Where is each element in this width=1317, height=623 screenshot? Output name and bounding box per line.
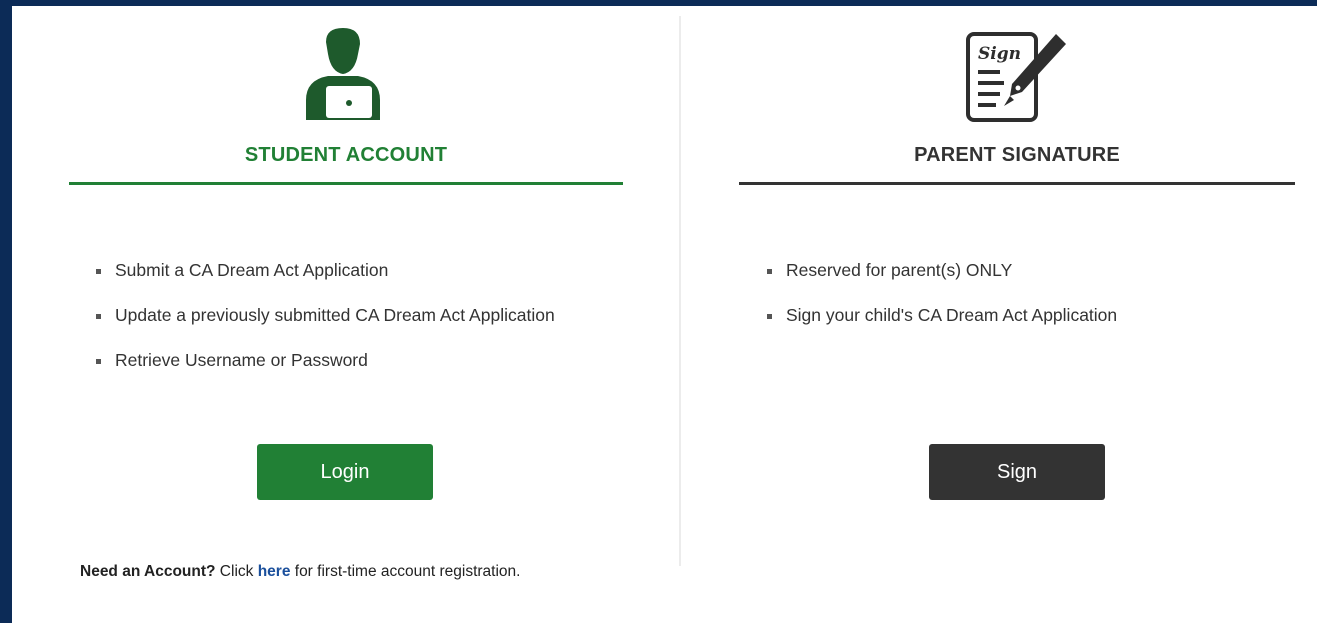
need-account-post: for first-time account registration. — [290, 563, 521, 580]
student-account-heading: STUDENT ACCOUNT — [244, 144, 448, 166]
sign-icon-text: Sign — [978, 44, 1021, 64]
student-heading-rule — [69, 182, 623, 185]
need-account-pre: Click — [215, 563, 258, 580]
need-account-label: Need an Account? — [80, 563, 216, 580]
sign-button[interactable]: Sign — [929, 444, 1105, 500]
list-item: Submit a CA Dream Act Application — [93, 258, 563, 283]
student-bullet-list: Submit a CA Dream Act Application Update… — [93, 258, 563, 393]
need-account-text: Need an Account? Click here for first-ti… — [80, 563, 520, 581]
list-item: Retrieve Username or Password — [93, 348, 563, 373]
sign-document-icon: Sign — [964, 30, 1068, 124]
parent-signature-heading: PARENT SIGNATURE — [914, 144, 1120, 166]
parent-heading-rule — [739, 182, 1295, 185]
list-item: Update a previously submitted CA Dream A… — [93, 303, 563, 328]
list-item: Sign your child's CA Dream Act Applicati… — [764, 303, 1264, 328]
registration-link[interactable]: here — [258, 563, 291, 580]
list-item: Reserved for parent(s) ONLY — [764, 258, 1264, 283]
parent-bullet-list: Reserved for parent(s) ONLY Sign your ch… — [764, 258, 1264, 348]
column-divider — [679, 16, 681, 566]
login-button[interactable]: Login — [257, 444, 433, 500]
student-laptop-icon — [300, 28, 386, 120]
